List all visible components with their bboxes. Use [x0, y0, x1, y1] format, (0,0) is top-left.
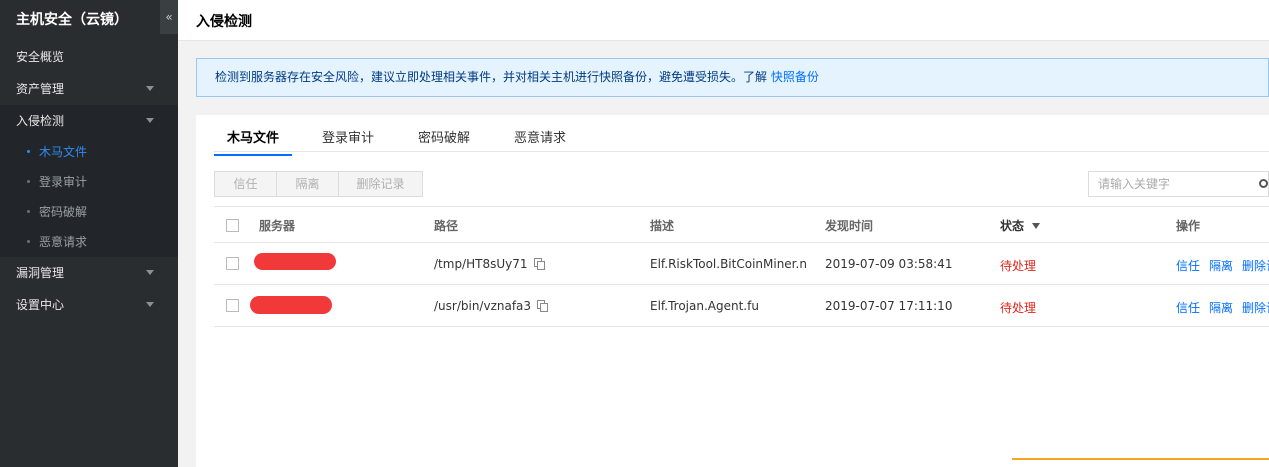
- sidebar-item-label: 设置中心: [16, 298, 65, 312]
- sidebar-item-label: 漏洞管理: [16, 266, 65, 280]
- tab-login-audit[interactable]: 登录审计: [322, 127, 374, 154]
- filter-icon[interactable]: [1032, 223, 1041, 229]
- collapse-sidebar-icon[interactable]: «: [160, 0, 178, 34]
- desc-cell: Elf.RiskTool.BitCoinMiner.n: [650, 257, 807, 271]
- tab-trojan-files[interactable]: 木马文件: [214, 127, 293, 156]
- chevron-down-icon: [146, 118, 154, 123]
- delete-action[interactable]: 删除记: [1242, 299, 1269, 316]
- isolate-button[interactable]: 隔离: [276, 171, 339, 197]
- sidebar-subitem-label: 密码破解: [39, 205, 88, 219]
- sidebar-subitem-password-crack[interactable]: 密码破解: [0, 197, 178, 227]
- chevron-down-icon: [146, 86, 154, 91]
- trust-action[interactable]: 信任: [1176, 257, 1200, 274]
- trust-button[interactable]: 信任: [214, 171, 277, 197]
- bullet-icon: [27, 180, 30, 183]
- col-status-label: 状态: [1000, 219, 1025, 233]
- status-badge: 待处理: [1000, 259, 1037, 273]
- trojan-table: 服务器 路径 描述 发现时间 状态 操作 /tmp/HT8sUy71 Elf.R…: [214, 206, 1269, 327]
- sidebar-item-vulnerability[interactable]: 漏洞管理: [0, 257, 178, 289]
- trust-action[interactable]: 信任: [1176, 299, 1200, 316]
- redacted-server: [250, 296, 332, 314]
- sidebar-item-settings[interactable]: 设置中心: [0, 289, 178, 321]
- page-header: 入侵检测: [178, 0, 1269, 41]
- risk-notice: 检测到服务器存在安全风险，建议立即处理相关事件，并对相关主机进行快照备份，避免遭…: [196, 58, 1269, 97]
- sidebar-subitem-malicious-request[interactable]: 恶意请求: [0, 227, 178, 257]
- sidebar-subitem-label: 登录审计: [39, 175, 88, 189]
- col-status[interactable]: 状态: [1000, 217, 1041, 234]
- copy-icon[interactable]: [537, 300, 549, 312]
- col-path: 路径: [434, 219, 459, 233]
- tab-malicious-request[interactable]: 恶意请求: [514, 127, 566, 154]
- table-header: 服务器 路径 描述 发现时间 状态 操作: [214, 206, 1269, 243]
- select-all-checkbox[interactable]: [226, 219, 239, 232]
- sidebar-item-assets[interactable]: 资产管理: [0, 73, 178, 105]
- col-desc: 描述: [650, 219, 675, 233]
- sidebar-subitem-trojan[interactable]: 木马文件: [0, 137, 178, 167]
- app-title: 主机安全（云镜）: [16, 12, 128, 28]
- table-row: /tmp/HT8sUy71 Elf.RiskTool.BitCoinMiner.…: [214, 243, 1269, 285]
- sidebar-menu: 安全概览 资产管理 入侵检测 木马文件 登录审计 密码破解 恶意请求 漏洞管理 …: [0, 41, 178, 321]
- content-panel: 木马文件 登录审计 密码破解 恶意请求 信任 隔离 删除记录 服务器 路径 描述…: [196, 115, 1269, 467]
- row-checkbox[interactable]: [226, 257, 239, 270]
- path-text: /tmp/HT8sUy71: [434, 257, 528, 271]
- chevron-down-icon: [146, 302, 154, 307]
- sidebar-subitem-label: 恶意请求: [39, 235, 88, 249]
- delete-record-button[interactable]: 删除记录: [338, 171, 423, 197]
- tab-password-crack[interactable]: 密码破解: [418, 127, 470, 154]
- isolate-action[interactable]: 隔离: [1209, 257, 1233, 274]
- time-cell: 2019-07-09 03:58:41: [825, 257, 953, 271]
- col-server: 服务器: [259, 219, 296, 233]
- row-checkbox[interactable]: [226, 299, 239, 312]
- search-icon[interactable]: [1259, 179, 1268, 188]
- table-row: /usr/bin/vznafa3 Elf.Trojan.Agent.fu 201…: [214, 285, 1269, 327]
- notice-text: 检测到服务器存在安全风险，建议立即处理相关事件，并对相关主机进行快照备份，避免遭…: [215, 70, 771, 84]
- tab-bar: 木马文件 登录审计 密码破解 恶意请求: [214, 115, 1269, 156]
- sidebar-item-label: 资产管理: [16, 82, 65, 96]
- desc-cell: Elf.Trojan.Agent.fu: [650, 299, 759, 313]
- sidebar-subitem-label: 木马文件: [39, 145, 88, 159]
- col-ops: 操作: [1176, 219, 1201, 233]
- floating-panel-edge: [1012, 458, 1269, 467]
- sidebar-submenu: 木马文件 登录审计 密码破解 恶意请求: [0, 137, 178, 257]
- status-badge: 待处理: [1000, 301, 1037, 315]
- col-time: 发现时间: [825, 219, 874, 233]
- isolate-action[interactable]: 隔离: [1209, 299, 1233, 316]
- sidebar-item-label: 安全概览: [16, 50, 65, 64]
- path-cell: /usr/bin/vznafa3: [434, 299, 549, 313]
- chevron-down-icon: [146, 270, 154, 275]
- sidebar: 主机安全（云镜） « 安全概览 资产管理 入侵检测 木马文件 登录审计 密码破解: [0, 0, 178, 467]
- sidebar-item-intrusion[interactable]: 入侵检测: [0, 105, 178, 137]
- path-cell: /tmp/HT8sUy71: [434, 257, 545, 271]
- snapshot-backup-link[interactable]: 快照备份: [771, 70, 819, 84]
- time-cell: 2019-07-07 17:11:10: [825, 299, 953, 313]
- delete-action[interactable]: 删除记: [1242, 257, 1269, 274]
- bullet-icon: [27, 210, 30, 213]
- bullet-icon: [27, 240, 30, 243]
- redacted-server: [254, 253, 336, 270]
- path-text: /usr/bin/vznafa3: [434, 299, 532, 313]
- bullet-icon: [27, 150, 30, 153]
- copy-icon[interactable]: [533, 258, 545, 270]
- search-box: [1088, 171, 1269, 197]
- page-title: 入侵检测: [196, 14, 252, 30]
- sidebar-item-overview[interactable]: 安全概览: [0, 41, 178, 73]
- sidebar-subitem-login-audit[interactable]: 登录审计: [0, 167, 178, 197]
- sidebar-item-label: 入侵检测: [16, 114, 65, 128]
- search-input[interactable]: [1089, 172, 1239, 196]
